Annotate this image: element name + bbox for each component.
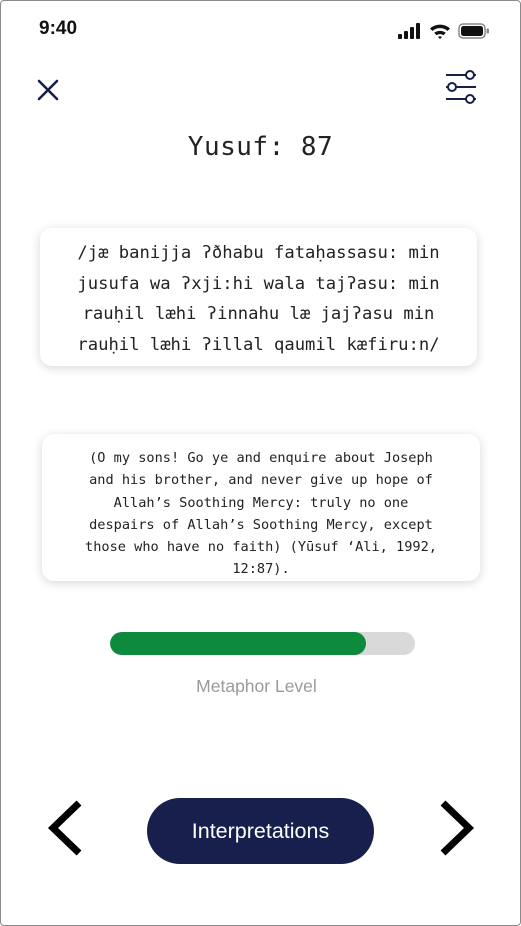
metaphor-level-label: Metaphor Level: [196, 676, 317, 696]
transcription-text: /jæ banijja ʔðhabu fataḥassasu: min jusu…: [77, 243, 440, 355]
chevron-left-icon: [47, 799, 83, 861]
phone-screen: 9:40 Yusuf: 87 /jæ banijja ʔðhabu fataḥa…: [0, 0, 521, 926]
close-button[interactable]: [31, 75, 65, 109]
chevron-right-icon: [439, 799, 475, 861]
translation-text: (O my sons! Go ye and enquire about Jose…: [85, 450, 437, 578]
cellular-signal-icon: [398, 23, 422, 43]
wifi-icon: [429, 23, 451, 43]
metaphor-level-bar: [110, 632, 415, 655]
transcription-card: /jæ banijja ʔðhabu fataḥassasu: min jusu…: [40, 228, 477, 366]
close-icon: [37, 79, 59, 105]
battery-icon: [458, 23, 490, 43]
status-icons: [398, 23, 490, 43]
status-time: 9:40: [39, 18, 78, 39]
previous-button[interactable]: [43, 799, 87, 861]
next-button[interactable]: [435, 799, 479, 861]
translation-card: (O my sons! Go ye and enquire about Jose…: [42, 434, 480, 581]
filter-sliders-icon: [444, 69, 478, 109]
metaphor-level-fill: [110, 632, 367, 655]
interpretations-button[interactable]: Interpretations: [147, 798, 374, 864]
filter-button[interactable]: [441, 69, 481, 109]
page-title: Yusuf: 87: [187, 132, 334, 162]
